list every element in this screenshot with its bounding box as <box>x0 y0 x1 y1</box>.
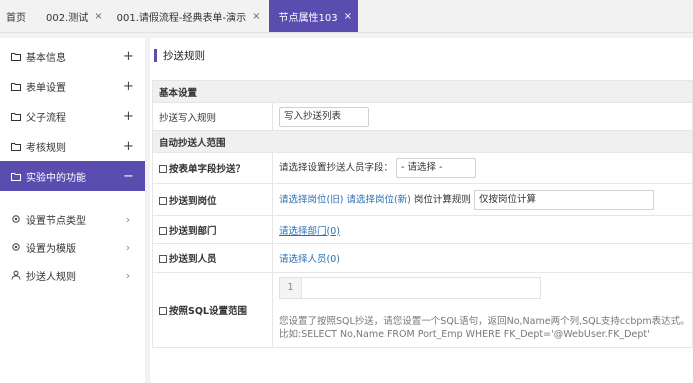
collapse-icon[interactable]: − <box>123 169 134 184</box>
form-row: 抄送到岗位 请选择岗位(旧) 请选择岗位(新) 岗位计算规则 仅按岗位计算 <box>152 183 693 216</box>
select-station-new-link[interactable]: 请选择岗位(新) <box>346 194 410 205</box>
settings-icon <box>11 214 23 224</box>
line-number: 1 <box>280 278 302 298</box>
field-label: 抄送到岗位 <box>152 183 273 216</box>
checkbox-label: 按表单字段抄送？ <box>169 164 246 175</box>
form-row: 按表单字段抄送？ 请选择设置抄送人员字段： - 请选择 - <box>152 152 693 184</box>
field-value: 请选择岗位(旧) 请选择岗位(新) 岗位计算规则 仅按岗位计算 <box>272 183 693 216</box>
by-sql-checkbox[interactable] <box>159 307 167 315</box>
expand-icon[interactable]: + <box>123 109 134 124</box>
to-emp-checkbox[interactable] <box>159 255 167 263</box>
cc-rules-form: 基本设置 抄送写入规则 写入抄送列表 自动抄送人范围 按表单字段抄送？ 请选择设… <box>152 80 693 348</box>
field-value: 1 您设置了按照SQL抄送，请您设置一个SQL语句，返回No,Name两个列,S… <box>272 272 693 348</box>
tab-home[interactable]: 首页 <box>0 0 40 32</box>
to-dept-checkbox[interactable] <box>159 226 167 235</box>
page-title: 抄送规则 <box>163 50 205 62</box>
sidebar-item-label: 设置为模版 <box>26 243 76 255</box>
field-value: 请选择设置抄送人员字段： - 请选择 - <box>272 152 693 184</box>
main-panel: 抄送规则 基本设置 抄送写入规则 写入抄送列表 自动抄送人范围 按表单字段抄送？… <box>150 38 693 383</box>
sidebar-item-cc-rules[interactable]: 抄送人规则 › <box>0 261 145 289</box>
field-prompt: 请选择设置抄送人员字段： <box>279 162 394 174</box>
sidebar: 基本信息 + 表单设置 + 父子流程 + 考核规则 + 实验中的功能 − 设置节… <box>0 38 145 383</box>
field-value: 写入抄送列表 <box>272 102 693 131</box>
folder-icon <box>11 142 23 151</box>
field-value: 请选择人员(0) <box>272 243 693 273</box>
expand-icon[interactable]: + <box>123 49 134 64</box>
form-field-select[interactable]: - 请选择 - <box>396 158 477 178</box>
close-icon[interactable]: × <box>252 11 260 22</box>
checkbox-label: 按照SQL设置范围 <box>169 306 247 317</box>
tab-leave-flow[interactable]: 001.请假流程-经典表单-演示 × <box>109 0 267 32</box>
sidebar-item-assessment-rules[interactable]: 考核规则 + <box>0 131 145 161</box>
tab-label: 节点属性103 <box>278 12 338 24</box>
select-dept-link[interactable]: 请选择部门(0) <box>279 226 340 237</box>
folder-icon <box>11 82 23 91</box>
section-title: 抄送规则 <box>154 48 205 63</box>
sidebar-item-subflow[interactable]: 父子流程 + <box>0 101 145 131</box>
user-icon <box>11 270 23 280</box>
sidebar-item-form-settings[interactable]: 表单设置 + <box>0 71 145 101</box>
sidebar-item-label: 父子流程 <box>26 112 66 124</box>
expand-icon[interactable]: + <box>123 139 134 154</box>
chevron-right-icon: › <box>125 268 131 282</box>
sidebar-item-label: 设置节点类型 <box>26 215 86 227</box>
group-header-auto: 自动抄送人范围 <box>152 130 693 153</box>
chevron-right-icon: › <box>125 240 131 254</box>
group-header-row: 自动抄送人范围 <box>152 130 693 153</box>
settings-icon <box>11 242 23 252</box>
sidebar-item-set-template[interactable]: 设置为模版 › <box>0 233 145 261</box>
close-icon[interactable]: × <box>344 11 352 22</box>
sql-editor[interactable]: 1 <box>279 277 541 299</box>
field-label: 抄送写入规则 <box>152 102 273 131</box>
checkbox-label: 抄送到人员 <box>169 254 217 265</box>
form-row: 按照SQL设置范围 1 您设置了按照SQL抄送，请您设置一个SQL语句，返回No… <box>152 272 693 348</box>
tab-node-properties[interactable]: 节点属性103 × <box>268 0 359 32</box>
form-row: 抄送到部门 请选择部门(0) <box>152 215 693 244</box>
write-rule-select[interactable]: 写入抄送列表 <box>279 106 369 127</box>
expand-icon[interactable]: + <box>123 79 134 94</box>
by-form-field-checkbox[interactable] <box>159 165 167 173</box>
close-icon[interactable]: × <box>94 11 102 22</box>
tab-label: 首页 <box>6 12 26 24</box>
form-row: 抄送到人员 请选择人员(0) <box>152 243 693 273</box>
sidebar-item-label: 实验中的功能 <box>26 172 86 184</box>
tab-bar: 首页 002.测试 × 001.请假流程-经典表单-演示 × 节点属性103 × <box>0 0 693 33</box>
tab-label: 002.测试 <box>46 12 89 24</box>
sidebar-item-label: 基本信息 <box>26 52 66 64</box>
tab-test[interactable]: 002.测试 × <box>40 0 109 32</box>
group-header-row: 基本设置 <box>152 80 693 103</box>
calc-rule-label: 岗位计算规则 <box>413 194 471 205</box>
field-value: 请选择部门(0) <box>272 215 693 244</box>
select-emp-link[interactable]: 请选择人员(0) <box>279 254 340 265</box>
field-label: 抄送到人员 <box>152 243 273 273</box>
sidebar-item-label: 考核规则 <box>26 142 66 154</box>
sidebar-item-node-type[interactable]: 设置节点类型 › <box>0 205 145 233</box>
field-label: 按照SQL设置范围 <box>152 272 273 348</box>
select-station-old-link[interactable]: 请选择岗位(旧) <box>279 194 343 205</box>
sql-help-text: 您设置了按照SQL抄送，请您设置一个SQL语句，返回No,Name两个列,SQL… <box>279 315 692 341</box>
sidebar-item-label: 表单设置 <box>26 82 66 94</box>
to-station-checkbox[interactable] <box>159 196 167 205</box>
folder-icon <box>11 52 23 61</box>
checkbox-label: 抄送到岗位 <box>169 195 217 207</box>
form-row: 抄送写入规则 写入抄送列表 <box>152 102 693 131</box>
field-label: 按表单字段抄送？ <box>152 152 273 184</box>
sidebar-item-basic-info[interactable]: 基本信息 + <box>0 41 145 71</box>
sidebar-item-label: 抄送人规则 <box>26 271 76 283</box>
sql-help-line: 比如:SELECT No,Name FROM Port_Emp WHERE FK… <box>279 329 650 340</box>
tab-label: 001.请假流程-经典表单-演示 <box>116 12 247 24</box>
field-label: 抄送到部门 <box>152 215 273 244</box>
sql-help-line: 您设置了按照SQL抄送，请您设置一个SQL语句，返回No,Name两个列,SQL… <box>279 316 690 327</box>
folder-icon <box>11 112 23 121</box>
chevron-right-icon: › <box>125 212 131 226</box>
title-accent-bar <box>154 49 157 62</box>
group-header-basic: 基本设置 <box>152 80 693 103</box>
calc-rule-select[interactable]: 仅按岗位计算 <box>473 189 654 210</box>
checkbox-label: 抄送到部门 <box>169 225 217 237</box>
folder-icon <box>11 172 23 181</box>
sidebar-item-experimental[interactable]: 实验中的功能 − <box>0 161 145 191</box>
